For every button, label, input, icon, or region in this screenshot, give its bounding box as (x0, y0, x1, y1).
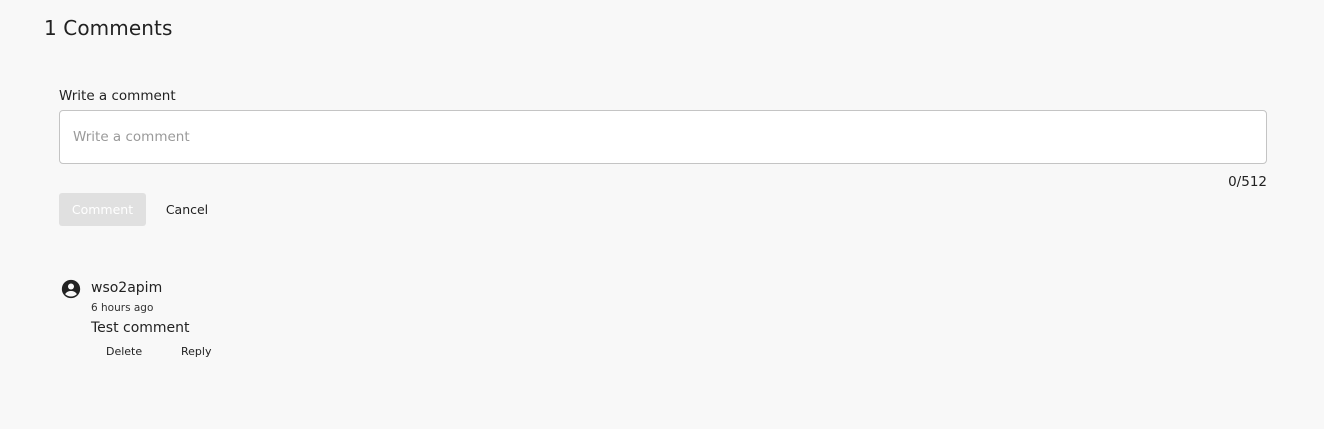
comments-section: 1 Comments Write a comment 0/512 Comment… (0, 0, 1324, 429)
comment-field-label: Write a comment (59, 88, 176, 104)
comment-submit-button[interactable]: Comment (59, 193, 146, 226)
comment-form: Write a comment 0/512 Comment Cancel (59, 86, 1267, 226)
account-circle-icon (60, 278, 82, 300)
comments-heading: 1 Comments (44, 16, 173, 40)
reply-comment-button[interactable]: Reply (181, 342, 211, 362)
comment-author: wso2apim (91, 280, 163, 296)
comment-input[interactable] (59, 110, 1267, 164)
character-counter: 0/512 (1228, 174, 1267, 190)
delete-comment-button[interactable]: Delete (106, 342, 142, 362)
comment-timestamp: 6 hours ago (91, 302, 154, 314)
comment-text: Test comment (91, 320, 190, 336)
cancel-button[interactable]: Cancel (159, 193, 215, 226)
